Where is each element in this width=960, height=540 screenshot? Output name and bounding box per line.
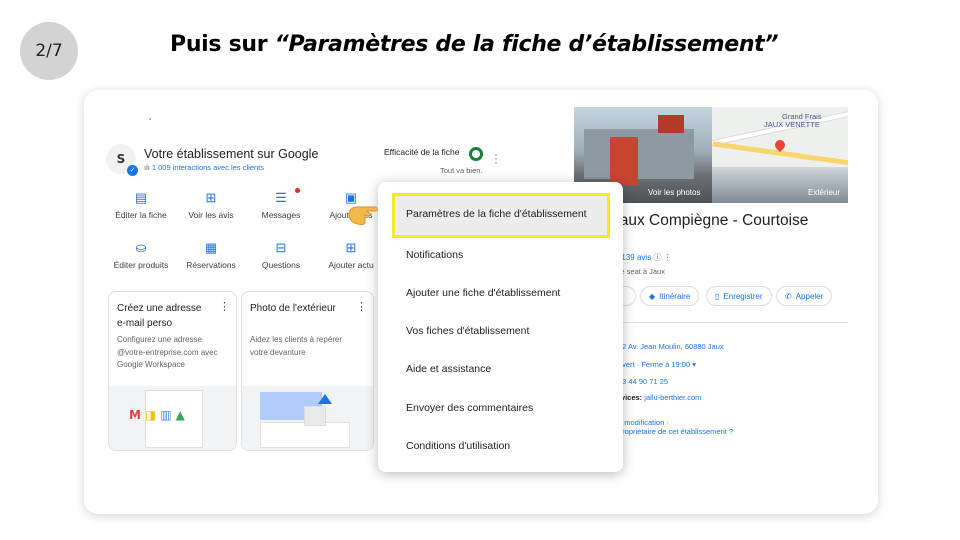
efficiency-ring-icon [469, 147, 483, 161]
hours[interactable]: uvert · Ferme à 19:00 ▾ [618, 360, 696, 369]
decorative-dot [149, 118, 151, 120]
card-more-icon[interactable]: ⋮ [219, 300, 230, 313]
info-icon: ⓘ ⋮ [653, 253, 672, 262]
action-reservations[interactable]: ▦ Réservations [174, 240, 248, 270]
business-title: Votre établissement sur Google [144, 146, 319, 161]
workspace-apps-icon: M ◨ ▥ ▲ [129, 408, 185, 422]
card-workspace-email[interactable]: Créez une adresse e-mail perso ⋮ Configu… [108, 291, 237, 451]
efficiency-status: Tout va bien. [440, 166, 483, 175]
menu-item-notifications[interactable]: Notifications [406, 249, 463, 261]
menu-item-help[interactable]: Aide et assistance [406, 363, 491, 375]
owner-link[interactable]: propriétaire de cet établissement ? [618, 427, 733, 436]
card-exterior-photo[interactable]: Photo de l'extérieur ⋮ Aidez les clients… [241, 291, 374, 451]
slide-title-prefix: Puis sur [170, 32, 275, 57]
see-photos-label: Voir les photos [648, 188, 701, 197]
bookmark-icon: ▯ [715, 291, 720, 301]
interactions-link[interactable]: ılı 1 009 interactions avec les clients [144, 163, 318, 172]
message-icon: ☰ [244, 188, 318, 206]
action-reviews[interactable]: ⊞ Voir les avis [174, 190, 248, 220]
workspace-illustration: M ◨ ▥ ▲ [109, 386, 236, 450]
divider [604, 322, 848, 323]
business-header: S ✓ Votre établissement sur Google ılı 1 … [106, 144, 319, 176]
action-add-post[interactable]: ⊞ Ajouter actu [314, 240, 388, 270]
action-edit-products[interactable]: ⛀ Éditer produits [104, 240, 178, 270]
efficiency-label: Efficacité de la fiche [384, 147, 460, 157]
address[interactable]: 12 Av. Jean Moulin, 60880 Jaux [618, 342, 724, 351]
calendar-icon: ▦ [204, 240, 218, 255]
menu-item-feedback[interactable]: Envoyer des commentaires [406, 402, 533, 414]
question-icon: ⊟ [275, 240, 287, 255]
directions-icon: ◆ [649, 291, 656, 301]
add-post-icon: ⊞ [345, 240, 357, 255]
suggest-edit-link[interactable]: e modification · [618, 418, 669, 427]
business-logo-icon: S ✓ [106, 144, 138, 176]
menu-item-profile-settings[interactable]: Paramètres de la fiche d'établissement [392, 193, 610, 238]
services-link[interactable]: jallu-berthier.com [644, 393, 701, 402]
card-more-icon[interactable]: ⋮ [356, 300, 367, 313]
review-icon: ⊞ [205, 190, 217, 205]
map-thumbnail[interactable]: Grand Frais JAUX VENETTE Extérieur [712, 107, 848, 203]
business-name: Jaux Compiègne - Courtoise [612, 212, 809, 229]
pointing-hand-icon [348, 206, 378, 226]
bar-chart-icon: ılı [144, 162, 150, 172]
card-description: Configurez une adresse @votre-entreprise… [117, 335, 218, 369]
menu-item-your-profiles[interactable]: Vos fiches d'établissement [406, 325, 529, 337]
tutorial-slide: 2/7 Puis sur “Paramètres de la fiche d’é… [0, 0, 960, 540]
services-row: rvices: jallu-berthier.com [618, 393, 702, 402]
action-messages[interactable]: ☰ Messages [244, 188, 318, 220]
menu-item-label: Paramètres de la fiche d'établissement [406, 208, 587, 220]
storefront-illustration [242, 386, 373, 450]
action-questions[interactable]: ⊟ Questions [244, 240, 318, 270]
slide-title: Puis sur “Paramètres de la fiche d’établ… [170, 32, 779, 57]
action-edit-profile[interactable]: ▤ Éditer la fiche [104, 190, 178, 220]
save-chip[interactable]: ▯ Enregistrer [706, 286, 772, 306]
menu-item-add-profile[interactable]: Ajouter une fiche d'établissement [406, 287, 560, 299]
storefront-icon: ▤ [134, 190, 148, 205]
slide-title-quoted: “Paramètres de la fiche d’établissement” [274, 32, 779, 57]
more-options-icon[interactable]: · · · [494, 148, 498, 168]
shopping-bag-icon: ⛀ [135, 240, 147, 255]
card-title: Photo de l'extérieur [250, 303, 336, 314]
menu-item-terms[interactable]: Conditions d'utilisation [406, 440, 510, 452]
map-label: JAUX VENETTE [764, 120, 820, 129]
step-badge: 2/7 [20, 22, 78, 80]
directions-chip[interactable]: ◆ Itinéraire [640, 286, 700, 306]
card-description: Aidez les clients à repérer votre devant… [250, 335, 343, 357]
card-title: Créez une adresse e-mail perso [117, 303, 202, 329]
call-chip[interactable]: ✆ Appeler [776, 286, 833, 306]
verified-check-icon: ✓ [127, 165, 138, 176]
phone-icon: ✆ [785, 291, 792, 301]
phone-number[interactable]: 03 44 90 71 25 [618, 377, 668, 386]
exterior-label: Extérieur [808, 188, 841, 197]
